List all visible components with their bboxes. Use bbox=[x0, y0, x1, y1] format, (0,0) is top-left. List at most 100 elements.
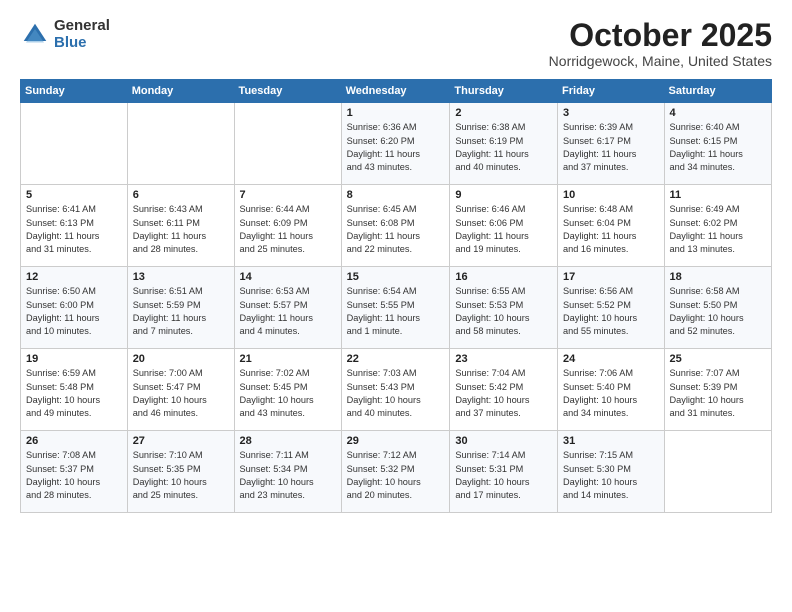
day-number: 20 bbox=[133, 353, 229, 365]
day-number: 23 bbox=[455, 353, 552, 365]
day-number: 16 bbox=[455, 271, 552, 283]
header-cell-friday: Friday bbox=[558, 80, 664, 103]
location: Norridgewock, Maine, United States bbox=[549, 53, 772, 69]
day-number: 13 bbox=[133, 271, 229, 283]
header-cell-sunday: Sunday bbox=[21, 80, 128, 103]
day-cell: 7Sunrise: 6:44 AM Sunset: 6:09 PM Daylig… bbox=[234, 185, 341, 267]
day-number: 22 bbox=[347, 353, 445, 365]
day-info: Sunrise: 6:36 AM Sunset: 6:20 PM Dayligh… bbox=[347, 122, 420, 172]
day-cell: 15 Sunrise: 6:54 AM Sunset: 5:55 PM Dayli… bbox=[341, 267, 450, 349]
day-number: 25 bbox=[670, 353, 766, 365]
day-info: Sunrise: 6:50 AM Sunset: 6:00 PM Dayligh… bbox=[26, 286, 99, 336]
title-section: October 2025 Norridgewock, Maine, United… bbox=[549, 18, 772, 69]
day-number: 15 bbox=[347, 271, 445, 283]
header-cell-thursday: Thursday bbox=[450, 80, 558, 103]
header-cell-wednesday: Wednesday bbox=[341, 80, 450, 103]
day-number: 11 bbox=[670, 189, 766, 201]
day-number: 10 bbox=[563, 189, 658, 201]
day-cell: 28 Sunrise: 7:11 AM Sunset: 5:34 PM Dayli… bbox=[234, 431, 341, 513]
day-info: Sunrise: 6:51 AM Sunset: 5:59 PM Dayligh… bbox=[133, 286, 206, 336]
day-cell: 25 Sunrise: 7:07 AM Sunset: 5:39 PM Dayli… bbox=[664, 349, 771, 431]
day-number: 12 bbox=[26, 271, 122, 283]
day-cell: 21 Sunrise: 7:02 AM Sunset: 5:45 PM Dayli… bbox=[234, 349, 341, 431]
day-info: Sunrise: 7:07 AM Sunset: 5:39 PM Dayligh… bbox=[670, 368, 744, 418]
day-info: Sunrise: 7:02 AM Sunset: 5:45 PM Dayligh… bbox=[240, 368, 314, 418]
logo: General Blue bbox=[20, 18, 110, 51]
day-cell: 4 Sunrise: 6:40 AM Sunset: 6:15 PM Daylig… bbox=[664, 103, 771, 185]
logo-icon bbox=[20, 20, 50, 50]
day-number: 5 bbox=[26, 189, 122, 201]
day-cell: 17 Sunrise: 6:56 AM Sunset: 5:52 PM Dayli… bbox=[558, 267, 664, 349]
day-cell: 18Sunrise: 6:58 AM Sunset: 5:50 PM Dayli… bbox=[664, 267, 771, 349]
day-cell: 29 Sunrise: 7:12 AM Sunset: 5:32 PM Dayli… bbox=[341, 431, 450, 513]
month-title: October 2025 bbox=[549, 18, 772, 53]
day-cell: 14 Sunrise: 6:53 AM Sunset: 5:57 PM Dayli… bbox=[234, 267, 341, 349]
day-info: Sunrise: 7:03 AM Sunset: 5:43 PM Dayligh… bbox=[347, 368, 421, 418]
day-cell: 6Sunrise: 6:43 AM Sunset: 6:11 PM Daylig… bbox=[127, 185, 234, 267]
day-info: Sunrise: 6:40 AM Sunset: 6:15 PM Dayligh… bbox=[670, 122, 743, 172]
day-number: 3 bbox=[563, 107, 658, 119]
day-info: Sunrise: 7:12 AM Sunset: 5:32 PM Dayligh… bbox=[347, 450, 421, 500]
day-cell: 20 Sunrise: 7:00 AM Sunset: 5:47 PM Dayli… bbox=[127, 349, 234, 431]
day-cell bbox=[234, 103, 341, 185]
page: General Blue October 2025 Norridgewock, … bbox=[0, 0, 792, 612]
day-number: 24 bbox=[563, 353, 658, 365]
day-cell: 30 Sunrise: 7:14 AM Sunset: 5:31 PM Dayli… bbox=[450, 431, 558, 513]
day-cell: 27 Sunrise: 7:10 AM Sunset: 5:35 PM Dayli… bbox=[127, 431, 234, 513]
day-number: 29 bbox=[347, 435, 445, 447]
day-number: 26 bbox=[26, 435, 122, 447]
day-info: Sunrise: 7:08 AM Sunset: 5:37 PM Dayligh… bbox=[26, 450, 100, 500]
day-info: Sunrise: 7:04 AM Sunset: 5:42 PM Dayligh… bbox=[455, 368, 529, 418]
week-row-3: 19Sunrise: 6:59 AM Sunset: 5:48 PM Dayli… bbox=[21, 349, 772, 431]
day-cell: 24 Sunrise: 7:06 AM Sunset: 5:40 PM Dayli… bbox=[558, 349, 664, 431]
day-info: Sunrise: 6:46 AM Sunset: 6:06 PM Dayligh… bbox=[455, 204, 528, 254]
day-number: 14 bbox=[240, 271, 336, 283]
day-number: 17 bbox=[563, 271, 658, 283]
header: General Blue October 2025 Norridgewock, … bbox=[20, 18, 772, 69]
day-info: Sunrise: 6:53 AM Sunset: 5:57 PM Dayligh… bbox=[240, 286, 313, 336]
day-number: 8 bbox=[347, 189, 445, 201]
day-cell bbox=[664, 431, 771, 513]
week-row-0: 1 Sunrise: 6:36 AM Sunset: 6:20 PM Daylig… bbox=[21, 103, 772, 185]
day-info: Sunrise: 6:48 AM Sunset: 6:04 PM Dayligh… bbox=[563, 204, 636, 254]
day-info: Sunrise: 6:39 AM Sunset: 6:17 PM Dayligh… bbox=[563, 122, 636, 172]
day-number: 9 bbox=[455, 189, 552, 201]
day-info: Sunrise: 6:43 AM Sunset: 6:11 PM Dayligh… bbox=[133, 204, 206, 254]
calendar-header: SundayMondayTuesdayWednesdayThursdayFrid… bbox=[21, 80, 772, 103]
day-number: 21 bbox=[240, 353, 336, 365]
day-number: 7 bbox=[240, 189, 336, 201]
header-cell-saturday: Saturday bbox=[664, 80, 771, 103]
day-info: Sunrise: 7:00 AM Sunset: 5:47 PM Dayligh… bbox=[133, 368, 207, 418]
day-number: 28 bbox=[240, 435, 336, 447]
day-cell bbox=[127, 103, 234, 185]
day-cell: 19Sunrise: 6:59 AM Sunset: 5:48 PM Dayli… bbox=[21, 349, 128, 431]
day-cell: 13 Sunrise: 6:51 AM Sunset: 5:59 PM Dayli… bbox=[127, 267, 234, 349]
day-info: Sunrise: 7:15 AM Sunset: 5:30 PM Dayligh… bbox=[563, 450, 637, 500]
day-cell: 1 Sunrise: 6:36 AM Sunset: 6:20 PM Daylig… bbox=[341, 103, 450, 185]
day-cell: 11Sunrise: 6:49 AM Sunset: 6:02 PM Dayli… bbox=[664, 185, 771, 267]
day-number: 30 bbox=[455, 435, 552, 447]
day-info: Sunrise: 7:14 AM Sunset: 5:31 PM Dayligh… bbox=[455, 450, 529, 500]
day-cell: 22 Sunrise: 7:03 AM Sunset: 5:43 PM Dayli… bbox=[341, 349, 450, 431]
calendar: SundayMondayTuesdayWednesdayThursdayFrid… bbox=[20, 79, 772, 513]
day-cell: 31Sunrise: 7:15 AM Sunset: 5:30 PM Dayli… bbox=[558, 431, 664, 513]
day-info: Sunrise: 7:11 AM Sunset: 5:34 PM Dayligh… bbox=[240, 450, 314, 500]
day-info: Sunrise: 6:55 AM Sunset: 5:53 PM Dayligh… bbox=[455, 286, 529, 336]
day-number: 4 bbox=[670, 107, 766, 119]
day-cell: 12 Sunrise: 6:50 AM Sunset: 6:00 PM Dayli… bbox=[21, 267, 128, 349]
logo-general: General bbox=[54, 18, 110, 35]
day-cell: 9 Sunrise: 6:46 AM Sunset: 6:06 PM Daylig… bbox=[450, 185, 558, 267]
header-cell-tuesday: Tuesday bbox=[234, 80, 341, 103]
day-info: Sunrise: 7:06 AM Sunset: 5:40 PM Dayligh… bbox=[563, 368, 637, 418]
day-cell: 10 Sunrise: 6:48 AM Sunset: 6:04 PM Dayli… bbox=[558, 185, 664, 267]
day-info: Sunrise: 6:54 AM Sunset: 5:55 PM Dayligh… bbox=[347, 286, 420, 336]
day-info: Sunrise: 6:56 AM Sunset: 5:52 PM Dayligh… bbox=[563, 286, 637, 336]
day-cell: 2Sunrise: 6:38 AM Sunset: 6:19 PM Daylig… bbox=[450, 103, 558, 185]
day-number: 1 bbox=[347, 107, 445, 119]
logo-text: General Blue bbox=[54, 18, 110, 51]
day-number: 27 bbox=[133, 435, 229, 447]
day-info: Sunrise: 6:41 AM Sunset: 6:13 PM Dayligh… bbox=[26, 204, 99, 254]
header-row: SundayMondayTuesdayWednesdayThursdayFrid… bbox=[21, 80, 772, 103]
day-info: Sunrise: 7:10 AM Sunset: 5:35 PM Dayligh… bbox=[133, 450, 207, 500]
day-cell: 26 Sunrise: 7:08 AM Sunset: 5:37 PM Dayli… bbox=[21, 431, 128, 513]
